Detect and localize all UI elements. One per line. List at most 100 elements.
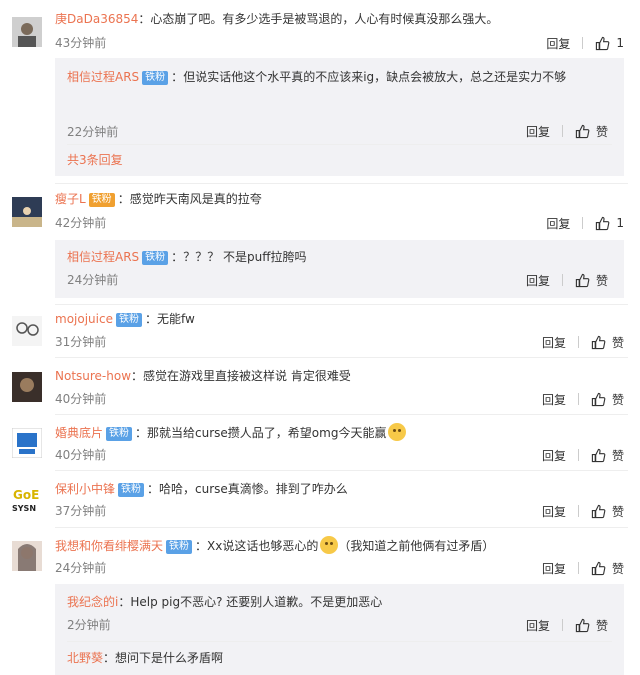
like-button[interactable]: 赞 xyxy=(591,447,624,464)
avatar[interactable]: GoE SYSN xyxy=(12,484,42,514)
thumbs-up-icon xyxy=(596,216,610,230)
reply-button[interactable]: 回复 xyxy=(526,617,550,634)
avatar[interactable] xyxy=(12,316,42,346)
reply-button[interactable]: 回复 xyxy=(542,391,566,408)
divider xyxy=(67,641,612,642)
reply-button[interactable]: 回复 xyxy=(546,215,570,232)
reply-button[interactable]: 回复 xyxy=(542,334,566,351)
like-button[interactable]: 赞 xyxy=(575,272,608,289)
comment-actions: 回复 赞 xyxy=(542,559,624,577)
timestamp: 24分钟前 xyxy=(55,561,107,575)
reply-box: 相信过程ARS 铁粉 ：但说实话他这个水平真的不应该来ig，缺点会被放大，总之还是实… xyxy=(55,58,624,176)
like-button[interactable]: 赞 xyxy=(591,391,624,408)
avatar[interactable] xyxy=(12,17,42,47)
avatar[interactable] xyxy=(12,541,42,571)
like-button[interactable]: 赞 xyxy=(591,503,624,520)
timestamp: 40分钟前 xyxy=(55,392,107,406)
fan-badge: 铁粉 xyxy=(115,313,142,327)
comment-line: mojojuice 铁粉 ：无能fw xyxy=(55,312,195,327)
thumbs-up-icon xyxy=(575,273,590,287)
username[interactable]: 我想和你看绯樱满天 xyxy=(55,539,163,553)
username[interactable]: 婚典底片 xyxy=(55,426,103,440)
like-button[interactable]: 赞 xyxy=(591,334,624,351)
username[interactable]: 相信过程ARS xyxy=(67,250,139,264)
timestamp: 40分钟前 xyxy=(55,448,107,462)
reply-button[interactable]: 回复 xyxy=(542,560,566,577)
divider xyxy=(577,449,579,461)
avatar[interactable] xyxy=(12,197,42,227)
comment-line: 保利小中锋 铁粉 ：哈哈，curse真滴惨。排到了咋办么 xyxy=(55,482,348,497)
like-label: 赞 xyxy=(611,392,624,407)
reply-item: 我纪念的i：Help pig不恶心? 还要别人道歉。不是更加恶心 2分钟前 回复… xyxy=(67,593,612,637)
reply-line: 相信过程ARS 铁粉 ：但说实话他这个水平真的不应该来ig，缺点会被放大，总之还是实… xyxy=(67,70,567,85)
like-label: 赞 xyxy=(611,504,624,519)
comment-line: 庚DaDa36854：心态崩了吧。有多少选手是被骂退的，人心有时候真没那么强大。 xyxy=(55,12,499,26)
like-count: 1 xyxy=(616,216,624,230)
thumbs-up-icon xyxy=(591,448,606,462)
thumbs-up-icon xyxy=(575,124,590,138)
more-replies-link[interactable]: 共3条回复 xyxy=(67,151,123,168)
like-label: 赞 xyxy=(595,618,608,633)
reply-button[interactable]: 回复 xyxy=(546,35,570,52)
fan-badge: 铁粉 xyxy=(106,427,133,441)
avatar[interactable] xyxy=(12,428,42,458)
comment-text: Xx说这话也够恶心的 xyxy=(207,539,319,553)
avatar[interactable] xyxy=(12,372,42,402)
username[interactable]: 北野葵 xyxy=(67,651,103,665)
reply-button[interactable]: 回复 xyxy=(542,503,566,520)
emoji-icon xyxy=(388,423,407,441)
fan-badge: 铁粉 xyxy=(88,193,115,207)
timestamp: 24分钟前 xyxy=(67,273,119,287)
divider xyxy=(55,470,628,471)
comment-line: 瘦子L 铁粉 ：感觉昨天南风是真的拉夸 xyxy=(55,192,262,207)
thumbs-up-icon xyxy=(596,36,610,50)
like-button[interactable]: 赞 xyxy=(575,617,608,634)
username[interactable]: 庚DaDa36854 xyxy=(55,12,138,26)
reply-box: 我纪念的i：Help pig不恶心? 还要别人道歉。不是更加恶心 2分钟前 回复… xyxy=(55,584,624,675)
comment-line: Notsure-how：感觉在游戏里直接被这样说 肯定很难受 xyxy=(55,369,351,383)
comment-text: 无能fw xyxy=(156,312,195,326)
thumbs-up-icon xyxy=(591,561,606,575)
username[interactable]: 保利小中锋 xyxy=(55,482,115,496)
username[interactable]: mojojuice xyxy=(55,312,113,326)
reply-item: 相信过程ARS 铁粉 ：但说实话他这个水平真的不应该来ig，缺点会被放大，总之还是实… xyxy=(67,66,612,146)
username[interactable]: 瘦子L xyxy=(55,192,86,206)
username[interactable]: Notsure-how xyxy=(55,369,131,383)
emoji-icon xyxy=(320,536,339,554)
svg-text:GoE: GoE xyxy=(13,488,39,502)
comment-text: 感觉昨天南风是真的拉夸 xyxy=(129,192,262,206)
comment-line: 我想和你看绯樱满天 铁粉 ：Xx说这话也够恶心的 （我知道之前他俩有过矛盾） xyxy=(55,536,628,555)
reply-button[interactable]: 回复 xyxy=(526,123,550,140)
reply-button[interactable]: 回复 xyxy=(542,447,566,464)
comment-feed: 庚DaDa36854：心态崩了吧。有多少选手是被骂退的，人心有时候真没那么强大。… xyxy=(0,0,640,675)
reply-item: 相信过程ARS 铁粉：？？？ 不是puff拉胯吗 24分钟前 回复 赞 xyxy=(67,248,612,292)
divider xyxy=(55,414,628,415)
like-button[interactable]: 赞 xyxy=(575,123,608,140)
divider xyxy=(582,217,584,229)
reply-line: 相信过程ARS 铁粉：？？？ 不是puff拉胯吗 xyxy=(67,250,307,265)
reply-actions: 回复 赞 xyxy=(526,616,608,634)
username[interactable]: 相信过程ARS xyxy=(67,70,139,84)
divider xyxy=(55,183,628,184)
divider xyxy=(561,619,563,631)
timestamp: 31分钟前 xyxy=(55,335,107,349)
reply-button[interactable]: 回复 xyxy=(526,272,550,289)
like-label: 赞 xyxy=(595,124,608,139)
fan-badge: 铁粉 xyxy=(118,483,145,497)
like-label: 赞 xyxy=(611,561,624,576)
svg-text:SYSN: SYSN xyxy=(12,504,36,513)
comment-text: 哈哈，curse真滴惨。排到了咋办么 xyxy=(159,482,348,496)
like-button[interactable]: 1 xyxy=(595,216,624,231)
reply-text: 想问下是什么矛盾啊 xyxy=(115,651,224,665)
divider xyxy=(577,562,579,574)
username[interactable]: 我纪念的i xyxy=(67,595,118,609)
like-button[interactable]: 1 xyxy=(595,36,624,51)
comment-actions: 回复 1 xyxy=(546,34,624,52)
thumbs-up-icon xyxy=(591,392,606,406)
like-button[interactable]: 赞 xyxy=(591,560,624,577)
reply-line: 我纪念的i：Help pig不恶心? 还要别人道歉。不是更加恶心 xyxy=(67,595,383,609)
like-label: 赞 xyxy=(611,448,624,463)
comment-actions: 回复 赞 xyxy=(542,502,624,520)
thumbs-up-icon xyxy=(591,335,606,349)
comment-actions: 回复 赞 xyxy=(542,333,624,351)
